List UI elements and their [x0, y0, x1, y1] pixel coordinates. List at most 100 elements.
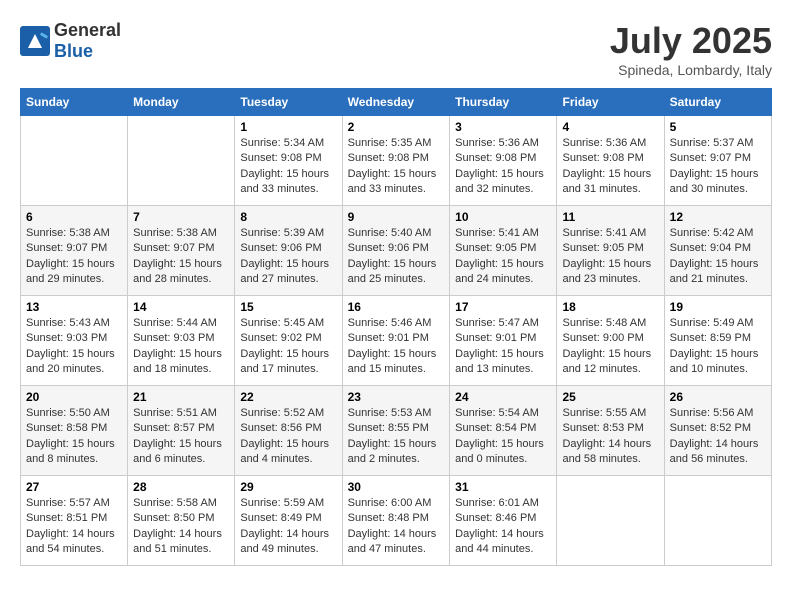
sunset: Sunset: 9:03 PM — [133, 332, 214, 344]
day-info: Sunrise: 5:56 AM Sunset: 8:52 PM Dayligh… — [670, 406, 766, 468]
daylight: Daylight: 15 hours and 18 minutes. — [133, 348, 222, 375]
sunset: Sunset: 8:59 PM — [670, 332, 751, 344]
month-title: July 2025 — [610, 20, 772, 62]
sunrise: Sunrise: 5:42 AM — [670, 227, 754, 239]
daylight: Daylight: 14 hours and 47 minutes. — [348, 528, 437, 555]
day-number: 31 — [455, 480, 551, 494]
day-info: Sunrise: 5:50 AM Sunset: 8:58 PM Dayligh… — [26, 406, 122, 468]
day-info: Sunrise: 5:47 AM Sunset: 9:01 PM Dayligh… — [455, 316, 551, 378]
sunrise: Sunrise: 5:55 AM — [562, 407, 646, 419]
sunrise: Sunrise: 5:37 AM — [670, 137, 754, 149]
calendar-cell — [21, 116, 128, 206]
day-number: 2 — [348, 120, 445, 134]
calendar-week-row: 6 Sunrise: 5:38 AM Sunset: 9:07 PM Dayli… — [21, 206, 772, 296]
sunrise: Sunrise: 5:41 AM — [562, 227, 646, 239]
sunrise: Sunrise: 5:53 AM — [348, 407, 432, 419]
calendar-cell: 29 Sunrise: 5:59 AM Sunset: 8:49 PM Dayl… — [235, 476, 342, 566]
calendar-cell: 26 Sunrise: 5:56 AM Sunset: 8:52 PM Dayl… — [664, 386, 771, 476]
sunset: Sunset: 9:08 PM — [562, 152, 643, 164]
day-number: 12 — [670, 210, 766, 224]
calendar-cell: 1 Sunrise: 5:34 AM Sunset: 9:08 PM Dayli… — [235, 116, 342, 206]
sunset: Sunset: 9:01 PM — [455, 332, 536, 344]
calendar-cell: 11 Sunrise: 5:41 AM Sunset: 9:05 PM Dayl… — [557, 206, 664, 296]
sunset: Sunset: 9:01 PM — [348, 332, 429, 344]
daylight: Daylight: 15 hours and 25 minutes. — [348, 258, 437, 285]
calendar-cell: 27 Sunrise: 5:57 AM Sunset: 8:51 PM Dayl… — [21, 476, 128, 566]
calendar-cell: 22 Sunrise: 5:52 AM Sunset: 8:56 PM Dayl… — [235, 386, 342, 476]
calendar-cell: 4 Sunrise: 5:36 AM Sunset: 9:08 PM Dayli… — [557, 116, 664, 206]
day-number: 10 — [455, 210, 551, 224]
location: Spineda, Lombardy, Italy — [610, 62, 772, 78]
weekday-header: Tuesday — [235, 89, 342, 116]
sunrise: Sunrise: 5:52 AM — [240, 407, 324, 419]
sunrise: Sunrise: 5:36 AM — [455, 137, 539, 149]
calendar-cell: 13 Sunrise: 5:43 AM Sunset: 9:03 PM Dayl… — [21, 296, 128, 386]
calendar-cell: 28 Sunrise: 5:58 AM Sunset: 8:50 PM Dayl… — [128, 476, 235, 566]
daylight: Daylight: 15 hours and 8 minutes. — [26, 438, 115, 465]
sunset: Sunset: 9:05 PM — [455, 242, 536, 254]
calendar-cell: 24 Sunrise: 5:54 AM Sunset: 8:54 PM Dayl… — [450, 386, 557, 476]
daylight: Daylight: 15 hours and 33 minutes. — [348, 168, 437, 195]
day-number: 8 — [240, 210, 336, 224]
sunset: Sunset: 8:48 PM — [348, 512, 429, 524]
sunset: Sunset: 9:07 PM — [670, 152, 751, 164]
logo-icon — [20, 26, 50, 56]
day-info: Sunrise: 5:36 AM Sunset: 9:08 PM Dayligh… — [562, 136, 658, 198]
daylight: Daylight: 15 hours and 28 minutes. — [133, 258, 222, 285]
calendar-week-row: 20 Sunrise: 5:50 AM Sunset: 8:58 PM Dayl… — [21, 386, 772, 476]
day-info: Sunrise: 5:42 AM Sunset: 9:04 PM Dayligh… — [670, 226, 766, 288]
daylight: Daylight: 15 hours and 17 minutes. — [240, 348, 329, 375]
sunset: Sunset: 8:51 PM — [26, 512, 107, 524]
sunset: Sunset: 8:50 PM — [133, 512, 214, 524]
day-number: 1 — [240, 120, 336, 134]
calendar-cell — [557, 476, 664, 566]
day-info: Sunrise: 5:54 AM Sunset: 8:54 PM Dayligh… — [455, 406, 551, 468]
day-number: 3 — [455, 120, 551, 134]
daylight: Daylight: 14 hours and 58 minutes. — [562, 438, 651, 465]
day-info: Sunrise: 5:41 AM Sunset: 9:05 PM Dayligh… — [455, 226, 551, 288]
sunrise: Sunrise: 5:43 AM — [26, 317, 110, 329]
day-info: Sunrise: 5:38 AM Sunset: 9:07 PM Dayligh… — [133, 226, 229, 288]
sunset: Sunset: 8:57 PM — [133, 422, 214, 434]
sunset: Sunset: 9:06 PM — [240, 242, 321, 254]
calendar-cell: 18 Sunrise: 5:48 AM Sunset: 9:00 PM Dayl… — [557, 296, 664, 386]
sunrise: Sunrise: 5:38 AM — [26, 227, 110, 239]
day-number: 27 — [26, 480, 122, 494]
sunset: Sunset: 9:08 PM — [348, 152, 429, 164]
sunrise: Sunrise: 5:50 AM — [26, 407, 110, 419]
day-info: Sunrise: 5:37 AM Sunset: 9:07 PM Dayligh… — [670, 136, 766, 198]
calendar-cell: 21 Sunrise: 5:51 AM Sunset: 8:57 PM Dayl… — [128, 386, 235, 476]
sunset: Sunset: 8:58 PM — [26, 422, 107, 434]
logo-blue: Blue — [54, 41, 121, 62]
calendar-cell: 10 Sunrise: 5:41 AM Sunset: 9:05 PM Dayl… — [450, 206, 557, 296]
calendar-cell: 7 Sunrise: 5:38 AM Sunset: 9:07 PM Dayli… — [128, 206, 235, 296]
weekday-header: Wednesday — [342, 89, 450, 116]
sunrise: Sunrise: 5:47 AM — [455, 317, 539, 329]
daylight: Daylight: 15 hours and 2 minutes. — [348, 438, 437, 465]
daylight: Daylight: 14 hours and 49 minutes. — [240, 528, 329, 555]
day-number: 29 — [240, 480, 336, 494]
daylight: Daylight: 14 hours and 51 minutes. — [133, 528, 222, 555]
daylight: Daylight: 15 hours and 20 minutes. — [26, 348, 115, 375]
sunrise: Sunrise: 5:41 AM — [455, 227, 539, 239]
day-info: Sunrise: 5:38 AM Sunset: 9:07 PM Dayligh… — [26, 226, 122, 288]
sunset: Sunset: 9:05 PM — [562, 242, 643, 254]
day-number: 15 — [240, 300, 336, 314]
day-number: 24 — [455, 390, 551, 404]
sunset: Sunset: 9:00 PM — [562, 332, 643, 344]
calendar-cell: 25 Sunrise: 5:55 AM Sunset: 8:53 PM Dayl… — [557, 386, 664, 476]
sunrise: Sunrise: 5:54 AM — [455, 407, 539, 419]
sunset: Sunset: 9:08 PM — [240, 152, 321, 164]
day-info: Sunrise: 5:59 AM Sunset: 8:49 PM Dayligh… — [240, 496, 336, 558]
day-info: Sunrise: 5:43 AM Sunset: 9:03 PM Dayligh… — [26, 316, 122, 378]
calendar-week-row: 13 Sunrise: 5:43 AM Sunset: 9:03 PM Dayl… — [21, 296, 772, 386]
sunrise: Sunrise: 5:36 AM — [562, 137, 646, 149]
calendar-cell: 2 Sunrise: 5:35 AM Sunset: 9:08 PM Dayli… — [342, 116, 450, 206]
sunset: Sunset: 9:06 PM — [348, 242, 429, 254]
day-number: 13 — [26, 300, 122, 314]
day-number: 6 — [26, 210, 122, 224]
day-number: 28 — [133, 480, 229, 494]
sunrise: Sunrise: 5:44 AM — [133, 317, 217, 329]
day-number: 5 — [670, 120, 766, 134]
calendar-cell: 6 Sunrise: 5:38 AM Sunset: 9:07 PM Dayli… — [21, 206, 128, 296]
